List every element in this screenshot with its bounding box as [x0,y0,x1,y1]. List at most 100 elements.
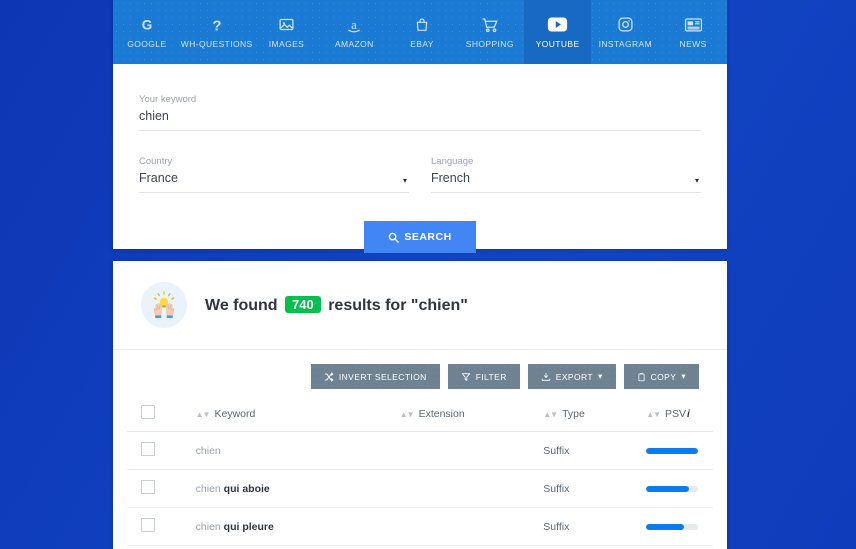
row-checkbox[interactable] [141,480,155,494]
row-select-cell [127,469,196,508]
export-label: EXPORT [555,371,593,382]
country-select[interactable]: France [139,171,409,193]
type-header[interactable]: ▲▼ Type [543,397,647,432]
app-page: G GOOGLE ? WH-QUESTIONS IMAGES a AMAZON … [0,0,856,549]
table-row[interactable]: chien d'la casse Suffix [127,545,713,549]
extension-cell [399,507,544,546]
language-label: Language [431,156,474,167]
nav-label: NEWS [679,39,707,49]
search-icon [388,232,400,243]
search-button-label: SEARCH [404,231,452,243]
table-row[interactable]: chien Suffix [127,431,713,470]
row-select-cell [127,507,196,546]
select-all-header [127,397,196,432]
nav-item-youtube[interactable]: YOUTUBE [523,0,592,70]
results-table-body: chien Suffix chien qui aboie Suffix chien qu… [127,431,713,549]
keyword-base: chien [195,482,224,495]
type-cell: Suffix [543,545,647,549]
sort-icon: ▲▼ [195,409,211,419]
results-header: We found 740 results for "chien" [113,261,727,350]
country-label: Country [139,156,173,167]
psv-header[interactable]: ▲▼ PSVi [646,397,713,432]
keyword-label: Your keyword [139,94,197,105]
extension-cell [399,469,544,508]
select-all-checkbox[interactable] [141,405,155,419]
row-checkbox[interactable] [141,442,155,456]
nav-label: WH-QUESTIONS [180,39,253,49]
search-form: Your keyword chien Country France ▾ Lang… [113,64,727,253]
results-toolbar: INVERT SELECTION FILTER EXPORT ▾ COPY ▾ [113,350,727,397]
keyword-cell: chien [195,431,400,470]
image-icon [278,15,295,34]
keyword-input[interactable]: chien [139,109,701,131]
keyword-base: chien [195,444,221,457]
filter-label: FILTER [475,371,507,382]
nav-label: EBAY [410,39,434,49]
copy-button[interactable]: COPY ▾ [623,364,699,389]
psv-bar-track [646,523,699,530]
nav-label: GOOGLE [127,39,167,49]
invert-selection-button[interactable]: INVERT SELECTION [310,364,440,389]
clipboard-icon [637,372,646,382]
nav-item-wh-questions[interactable]: ? WH-QUESTIONS [181,0,253,64]
nav-item-news[interactable]: NEWS [659,0,727,64]
nav-label: AMAZON [334,39,374,49]
psv-header-label: PSV [665,407,687,420]
nav-item-instagram[interactable]: INSTAGRAM [591,0,659,64]
funnel-icon [461,372,471,382]
extension-header[interactable]: ▲▼ Extension [399,397,544,432]
info-icon[interactable]: i [687,409,690,420]
chevron-down-icon: ▾ [681,371,686,381]
psv-bar-fill [646,447,699,454]
keyword-header-label: Keyword [214,407,256,420]
news-icon [684,15,703,34]
row-select-cell [127,431,196,470]
extension-cell [399,431,544,470]
nav-label: YOUTUBE [535,39,580,49]
psv-bar-track [646,485,699,492]
type-cell: Suffix [543,431,647,470]
results-title: We found 740 results for "chien" [205,295,468,315]
keyword-field-wrap: Your keyword chien [139,94,701,131]
platform-nav: G GOOGLE ? WH-QUESTIONS IMAGES a AMAZON … [113,0,727,70]
psv-bar-fill [646,523,685,530]
keyword-header[interactable]: ▲▼ Keyword [195,397,400,432]
filter-button[interactable]: FILTER [447,364,520,389]
nav-item-shopping[interactable]: SHOPPING [456,0,524,64]
extension-cell [399,545,544,549]
language-select[interactable]: French [431,171,701,193]
svg-text:?: ? [212,17,221,34]
row-checkbox[interactable] [141,518,155,532]
type-cell: Suffix [543,507,647,546]
results-count-badge: 740 [285,295,321,313]
language-field-wrap: Language French ▾ [431,156,701,193]
keyword-cell: chien qui pleure [195,507,400,546]
nav-item-images[interactable]: IMAGES [253,0,321,64]
amazon-icon: a [345,15,363,34]
nav-label: IMAGES [268,39,305,49]
question-mark-icon: ? [208,15,226,34]
keyword-cell: chien qui aboie [195,469,400,508]
row-select-cell [127,545,196,549]
google-icon: G [138,15,156,34]
results-card: We found 740 results for "chien" INVERT … [113,261,727,549]
psv-cell [646,507,713,546]
nav-item-amazon[interactable]: a AMAZON [320,0,388,64]
search-button[interactable]: SEARCH [364,221,476,253]
shopping-bag-icon [414,15,430,34]
type-header-label: Type [562,407,585,420]
shuffle-icon [324,371,334,382]
extension-header-label: Extension [418,407,465,420]
sort-icon: ▲▼ [399,409,415,419]
nav-item-ebay[interactable]: EBAY [388,0,456,64]
invert-selection-label: INVERT SELECTION [338,371,427,382]
export-button[interactable]: EXPORT ▾ [527,364,616,389]
table-row[interactable]: chien qui aboie Suffix [127,469,713,508]
nav-item-google[interactable]: G GOOGLE [113,0,181,64]
shopping-cart-icon [481,15,499,34]
nav-label: SHOPPING [465,39,514,49]
hands-lightbulb-icon [141,282,187,328]
results-prefix-text: We found [205,296,278,314]
table-row[interactable]: chien qui pleure Suffix [127,507,713,546]
export-icon [541,372,551,382]
